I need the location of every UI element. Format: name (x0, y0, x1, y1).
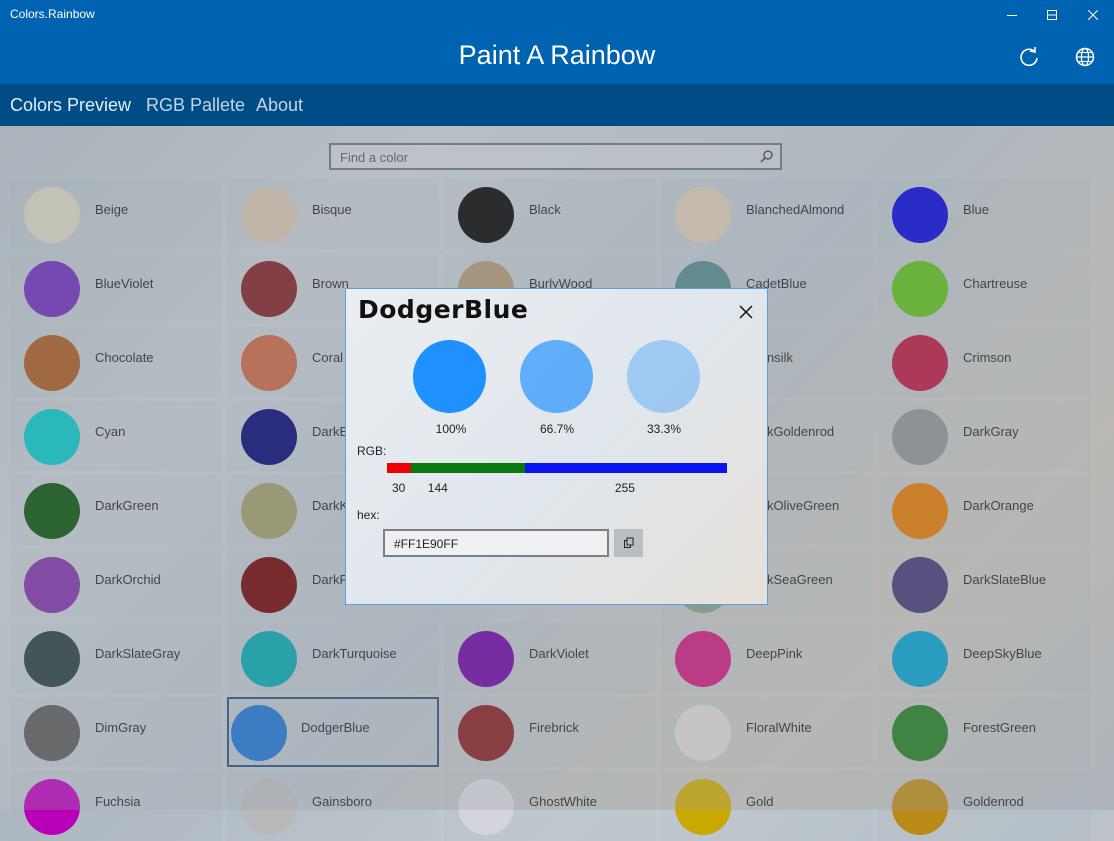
globe-icon[interactable] (1072, 44, 1098, 70)
blue-bar (524, 463, 727, 473)
opacity-swatch-33 (627, 340, 700, 413)
green-value: 144 (427, 481, 448, 495)
nav-bar: Colors Preview RGB Pallete About (0, 84, 1114, 126)
opacity-label-33: 33.3% (646, 422, 682, 436)
close-icon[interactable] (735, 301, 757, 323)
minimize-button[interactable] (994, 0, 1030, 30)
opacity-label-100: 100% (435, 422, 467, 436)
maximize-button[interactable] (1034, 0, 1070, 30)
rgb-label: RGB: (357, 444, 387, 458)
dialog-title: DodgerBlue (358, 295, 529, 324)
close-window-button[interactable] (1075, 0, 1111, 30)
app-title: Paint A Rainbow (458, 40, 656, 70)
opacity-swatch-100 (413, 340, 486, 413)
tab-about[interactable]: About (256, 95, 303, 116)
close-window-icon (1088, 10, 1098, 20)
refresh-icon[interactable] (1016, 44, 1042, 70)
green-bar (410, 463, 525, 473)
opacity-swatch-66 (520, 340, 593, 413)
blue-value: 255 (614, 481, 635, 495)
red-bar (387, 463, 411, 473)
hex-field[interactable]: #FF1E90FF (383, 529, 609, 557)
color-detail-dialog: DodgerBlue 100% 66.7% 33.3% RGB: 30 144 … (345, 288, 768, 605)
maximize-icon (1047, 10, 1057, 20)
red-value: 30 (392, 481, 406, 495)
tab-colors-preview[interactable]: Colors Preview (10, 95, 131, 116)
tab-rgb-pallete[interactable]: RGB Pallete (146, 95, 245, 116)
app-header: Paint A Rainbow (0, 30, 1114, 84)
title-bar: Colors.Rainbow (0, 0, 1114, 30)
opacity-label-66: 66.7% (539, 422, 575, 436)
window-title: Colors.Rainbow (10, 7, 95, 21)
hex-label: hex: (357, 508, 380, 522)
hex-value: #FF1E90FF (394, 537, 459, 551)
copy-icon (623, 537, 633, 548)
minimize-icon (1007, 15, 1017, 16)
copy-button[interactable] (614, 529, 643, 557)
